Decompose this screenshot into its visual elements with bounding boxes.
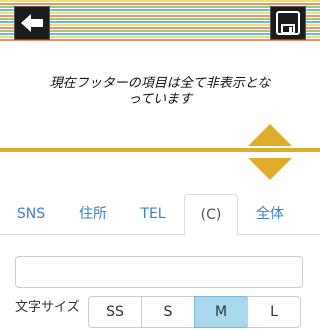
footer-status-message: 現在フッターの項目は全て非表示とな っています	[0, 76, 320, 108]
size-m-button[interactable]: M	[194, 296, 248, 328]
text-input[interactable]	[15, 256, 303, 288]
tab-bar: SNS 住所 TEL (C) 全体	[0, 194, 320, 236]
triangle-up-icon[interactable]	[248, 124, 292, 146]
floppy-save-icon	[276, 11, 300, 35]
tab-copyright[interactable]: (C)	[184, 194, 238, 236]
header-bar	[0, 0, 320, 42]
back-button[interactable]	[14, 6, 50, 40]
message-line-1: 現在フッターの項目は全て非表示とな	[49, 76, 271, 91]
size-ss-button[interactable]: SS	[88, 296, 142, 328]
reorder-arrows	[248, 124, 292, 180]
message-line-2: っています	[127, 92, 193, 107]
tab-address[interactable]: 住所	[68, 194, 118, 234]
tab-sns[interactable]: SNS	[8, 194, 54, 234]
font-size-selector: SS S M L	[88, 296, 301, 328]
size-s-button[interactable]: S	[141, 296, 195, 328]
tab-all[interactable]: 全体	[244, 194, 296, 234]
font-size-label: 文字サイズ	[15, 300, 80, 315]
tab-tel[interactable]: TEL	[128, 194, 178, 234]
back-arrow-icon	[21, 14, 43, 32]
size-l-button[interactable]: L	[247, 296, 301, 328]
triangle-down-icon[interactable]	[248, 158, 292, 180]
save-button[interactable]	[270, 6, 306, 40]
